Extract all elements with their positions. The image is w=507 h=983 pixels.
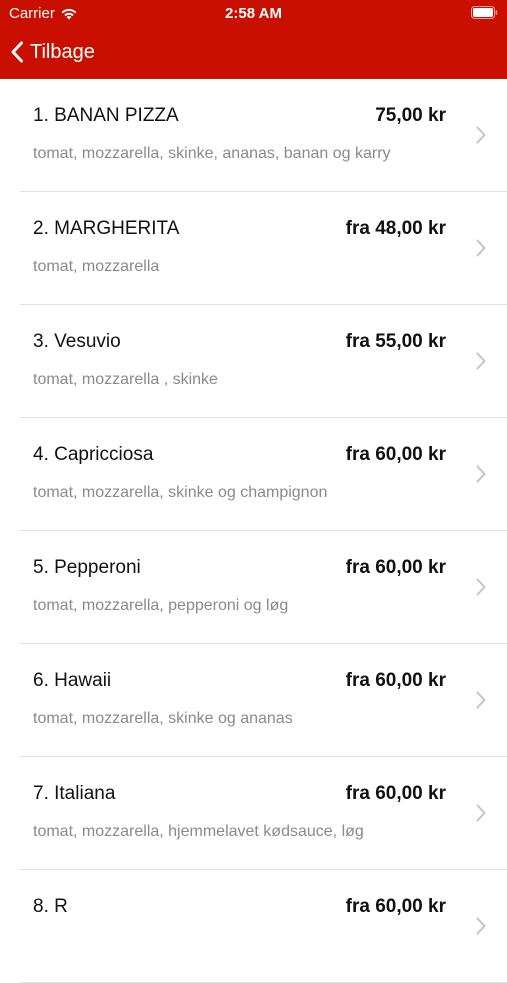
item-description: tomat, mozzarella, hjemmelavet kødsauce,… xyxy=(33,823,364,840)
chevron-left-icon xyxy=(11,41,23,63)
item-price: fra 55,00 kr xyxy=(345,331,446,352)
chevron-right-icon xyxy=(476,352,486,370)
navigation-header: Carrier 2:58 AM Tilbage xyxy=(0,0,507,79)
battery-icon xyxy=(471,6,498,19)
item-description: tomat, mozzarella, skinke og champignon xyxy=(33,484,328,501)
chevron-right-icon xyxy=(476,465,486,483)
item-name: 2. MARGHERITA xyxy=(33,218,180,239)
item-name: 8. R xyxy=(33,896,68,917)
item-description: tomat, mozzarella xyxy=(33,258,160,275)
chevron-right-icon xyxy=(476,578,486,596)
chevron-right-icon xyxy=(476,126,486,144)
list-item[interactable]: 8. R fra 60,00 kr xyxy=(0,870,507,983)
chevron-right-icon xyxy=(476,804,486,822)
back-button-label: Tilbage xyxy=(30,40,95,63)
item-name: 6. Hawaii xyxy=(33,670,112,691)
item-name: 7. Italiana xyxy=(33,783,116,804)
status-bar: Carrier 2:58 AM xyxy=(0,0,507,28)
item-name: 3. Vesuvio xyxy=(33,331,121,352)
chevron-right-icon xyxy=(476,917,486,935)
list-item[interactable]: 1. BANAN PIZZA 75,00 kr tomat, mozzarell… xyxy=(0,79,507,192)
status-time: 2:58 AM xyxy=(225,5,282,22)
item-name: 5. Pepperoni xyxy=(33,557,141,578)
pizza-menu-list: 1. BANAN PIZZA 75,00 kr tomat, mozzarell… xyxy=(0,79,507,983)
item-description: tomat, mozzarella, skinke, ananas, banan… xyxy=(33,145,391,162)
list-item[interactable]: 5. Pepperoni fra 60,00 kr tomat, mozzare… xyxy=(0,531,507,644)
chevron-right-icon xyxy=(476,239,486,257)
item-price: fra 60,00 kr xyxy=(345,557,446,578)
back-button[interactable]: Tilbage xyxy=(10,37,95,67)
chevron-right-icon xyxy=(476,691,486,709)
item-name: 1. BANAN PIZZA xyxy=(33,105,179,126)
item-price: fra 60,00 kr xyxy=(345,670,446,691)
list-item[interactable]: 3. Vesuvio fra 55,00 kr tomat, mozzarell… xyxy=(0,305,507,418)
list-item[interactable]: 4. Capricciosa fra 60,00 kr tomat, mozza… xyxy=(0,418,507,531)
item-price: fra 60,00 kr xyxy=(345,444,446,465)
item-description: tomat, mozzarella , skinke xyxy=(33,371,218,388)
item-description: tomat, mozzarella, skinke og ananas xyxy=(33,710,293,727)
list-item[interactable]: 7. Italiana fra 60,00 kr tomat, mozzarel… xyxy=(0,757,507,870)
item-price: 75,00 kr xyxy=(375,105,446,126)
item-name: 4. Capricciosa xyxy=(33,444,154,465)
item-price: fra 48,00 kr xyxy=(345,218,446,239)
list-item[interactable]: 6. Hawaii fra 60,00 kr tomat, mozzarella… xyxy=(0,644,507,757)
item-price: fra 60,00 kr xyxy=(345,783,446,804)
item-price: fra 60,00 kr xyxy=(345,896,446,917)
item-description: tomat, mozzarella, pepperoni og løg xyxy=(33,597,289,614)
list-item[interactable]: 2. MARGHERITA fra 48,00 kr tomat, mozzar… xyxy=(0,192,507,305)
